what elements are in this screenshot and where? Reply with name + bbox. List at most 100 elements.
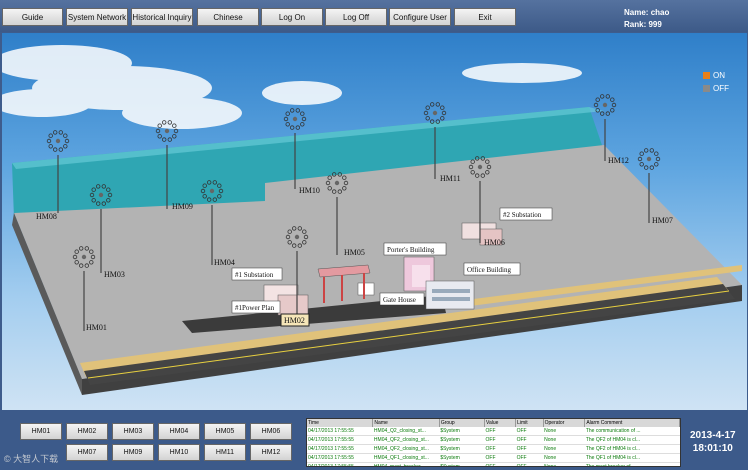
table-row[interactable]: 04/17/2013 17:55:55 HM04_Q2_closing_st...… [307,427,680,436]
menu-system-network-button[interactable]: System Network [66,8,128,26]
lamp-hub [477,164,483,170]
lamp-icon [300,122,305,127]
lamp-icon [649,165,654,170]
lamp-hub [164,128,170,134]
lamp-icon [48,144,53,149]
alarm-cell: OFF [484,435,516,445]
lamp-icon [155,128,161,134]
hm-button-hm02[interactable]: HM02 [66,423,108,440]
alarm-cell: The QF2 of HM04 is cl... [584,435,680,445]
lamp-hub [98,192,104,198]
menu-log-off-button[interactable]: Log Off [325,8,387,26]
lamp-icon [63,144,68,149]
menu-configure-user-button[interactable]: Configure User [389,8,451,26]
alarm-cell: OFF [515,444,544,454]
lamp-icon [58,147,63,152]
alarm-cell: OFF [484,427,516,436]
label-substation1: #1 Substation [231,267,283,281]
menu-guide-button[interactable]: Guide [2,8,63,26]
user-info: Name: chao Rank: 999 [624,7,669,31]
hm-button-hm03[interactable]: HM03 [112,423,154,440]
table-row[interactable]: 04/17/2013 17:55:55 HM04_QF1_closing_st..… [307,453,680,463]
label-powerplan: #1Power Plan [231,300,281,314]
alarm-col-name[interactable]: Name [372,419,440,427]
mast-label: HM10 [299,186,320,195]
alarm-cell: None [543,453,585,463]
lamp-icon [595,97,600,102]
alarm-cell: None [543,435,585,445]
lamp-icon [440,116,445,121]
lamp-icon [441,110,447,116]
hm-button-hm12[interactable]: HM12 [250,444,292,461]
alarm-col-operator[interactable]: Operator [543,419,586,427]
hm-button-hm05[interactable]: HM05 [204,423,246,440]
alarm-cell: HM04_mast_breaker_... [372,462,440,466]
lamp-icon [610,108,615,113]
alarm-cell: OFF [515,427,544,436]
gate-house[interactable] [357,282,375,296]
alarm-cell: OFF [484,444,516,454]
menu-log-on-button[interactable]: Log On [261,8,323,26]
alarm-col-time[interactable]: Time [307,419,374,427]
alarm-cell: HM04_QF1_closing_st... [372,453,440,463]
mast-label: HM08 [36,212,57,221]
mast-label: HM11 [440,174,461,183]
alarm-cell: OFF [515,435,544,445]
alarm-cell: The mast breaker of ... [584,462,680,466]
lamp-icon [430,102,435,107]
lamp-hub [55,138,61,144]
lamp-hub [432,110,438,116]
lamp-icon [161,137,167,142]
alarm-cell: None [543,427,585,436]
office-building[interactable] [425,280,475,310]
alarm-cell: None [543,462,585,466]
lamp-icon [600,94,605,99]
lamp-icon [423,110,429,116]
hm-button-hm11[interactable]: HM11 [204,444,246,461]
top-menu-bar: Guide System Network Historical Inquiry Chi… [0,0,748,32]
watermark: © 大智人下载 [4,454,59,464]
porters-label: Porter's Building [387,246,435,254]
hm-button-hm09[interactable]: HM09 [112,444,154,461]
time-text: 18:01:10 [692,443,733,454]
alarm-cell: None [543,444,585,454]
legend-off-swatch [703,85,710,92]
lamp-icon [295,108,300,113]
lamp-icon [655,156,661,162]
user-rank: 999 [648,20,662,29]
alarm-col-alarm-comment[interactable]: Alarm Comment [584,419,680,427]
lamp-icon [600,111,605,116]
lamp-icon [639,151,644,156]
alarm-cell: 04/17/2013 17:55:55 [307,427,373,436]
alarm-cell: $System [439,444,485,454]
alarm-cell: HM04_QF2_closing_st... [372,435,440,445]
lamp-icon [53,147,58,152]
alarm-col-value[interactable]: Value [484,419,517,427]
hm-button-hm04[interactable]: HM04 [158,423,200,440]
menu-chinese-button[interactable]: Chinese [197,8,259,26]
lamp-icon [290,125,295,130]
lamp-icon [654,151,659,156]
hm-button-hm06[interactable]: HM06 [250,423,292,440]
alarm-col-group[interactable]: Group [439,419,486,427]
mast-label: HM07 [652,216,673,225]
hm-button-hm10[interactable]: HM10 [158,444,200,461]
lamp-icon [285,122,290,127]
mast-label: HM05 [344,248,365,257]
rank-label: Rank: [624,20,647,29]
table-row[interactable]: 04/17/2013 17:55:55 HM04_QF2_closing_st..… [307,435,680,445]
alarm-col-limit[interactable]: Limit [515,419,544,427]
hm-button-hm07[interactable]: HM07 [66,444,108,461]
table-row[interactable]: 04/17/2013 17:55:55 HM04_mast_breaker_...… [307,462,680,466]
alarm-cell: HM04_QF2_closing_st... [372,444,440,454]
hm-button-hm01[interactable]: HM01 [20,423,62,440]
menu-exit-button[interactable]: Exit [454,8,516,26]
menu-historical-inquiry-button[interactable]: Historical Inquiry [131,8,193,26]
alarm-table[interactable]: Time Name Group Value Limit Operator Alarm Com… [306,418,681,467]
lamp-icon [167,137,172,142]
lamp-icon [58,130,63,135]
label-gatehouse: Gate House [379,292,425,306]
lamp-hub [646,156,652,162]
table-row[interactable]: 04/17/2013 17:55:55 HM04_QF2_closing_st..… [307,444,680,454]
lamp-icon [605,111,610,116]
